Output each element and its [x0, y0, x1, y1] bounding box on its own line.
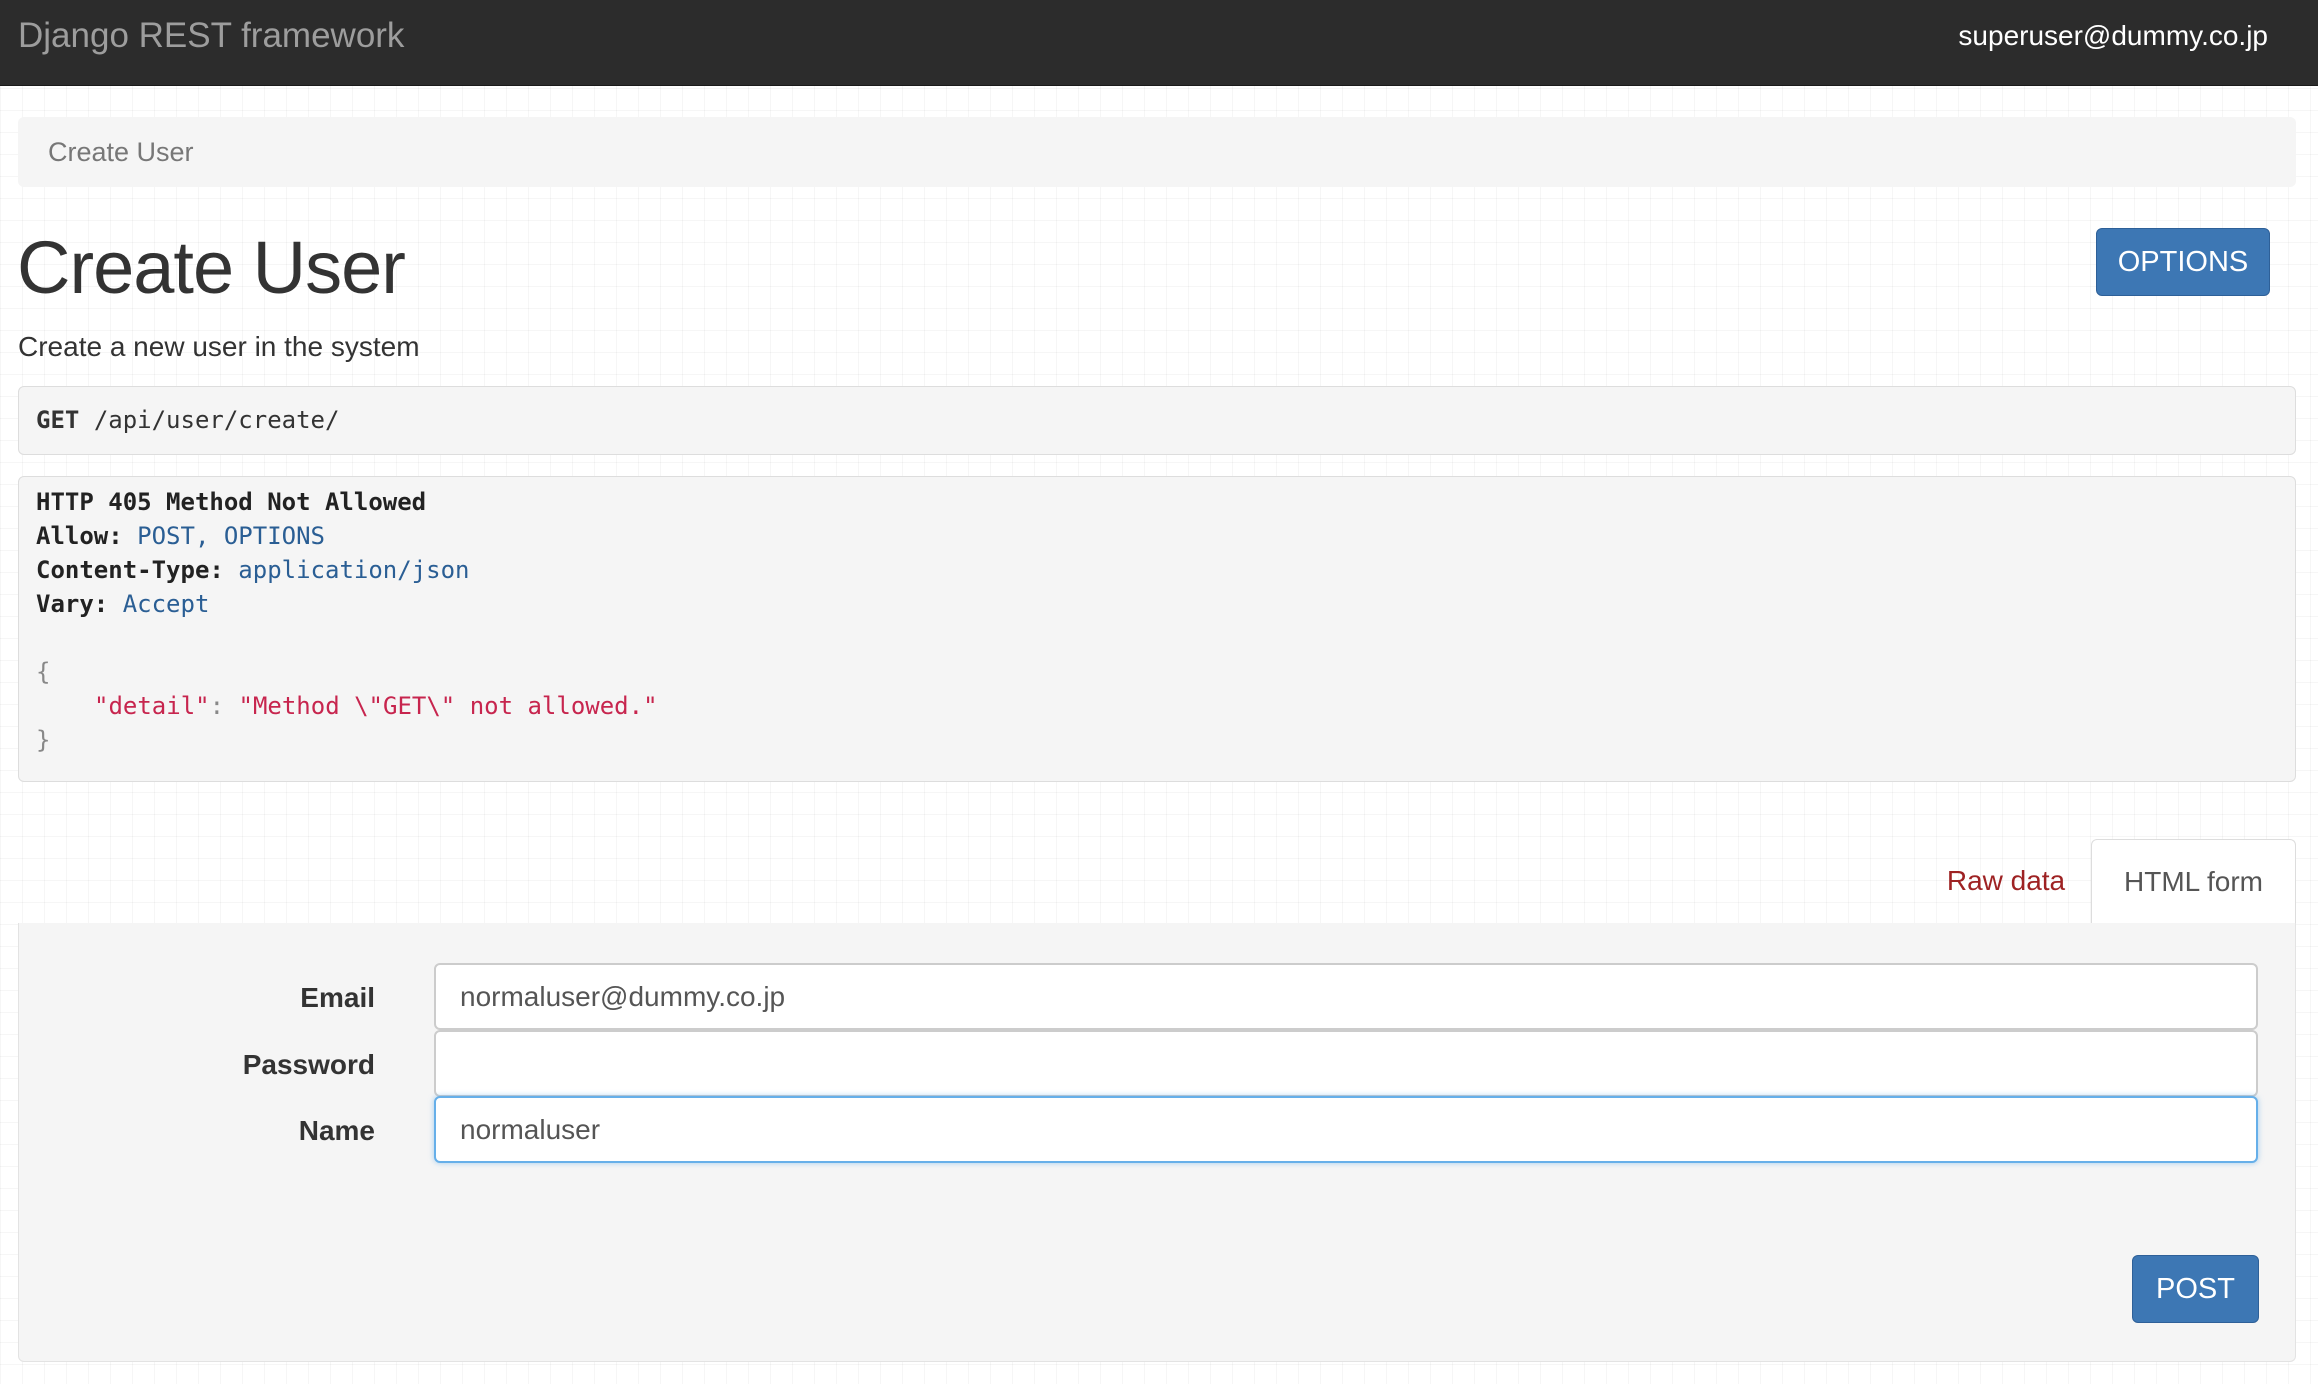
password-field[interactable] [434, 1030, 2258, 1097]
json-detail-line: "detail": "Method \"GET\" not allowed." [94, 689, 658, 723]
name-label: Name [298, 1115, 375, 1146]
page-title: Create User [17, 226, 406, 309]
json-close-brace: } [36, 723, 50, 757]
user-menu[interactable]: superuser@dummy.co.jp [1958, 18, 2268, 54]
json-value: "Method \"GET\" not allowed." [238, 692, 658, 720]
header-value: application/json [238, 556, 470, 584]
header-name: Allow: [36, 522, 123, 550]
response-info: HTTP 405 Method Not Allowed Allow: POST,… [18, 476, 2296, 782]
header-value: Accept [122, 590, 210, 618]
name-field[interactable] [434, 1096, 2258, 1163]
response-header-allow: Allow: POST, OPTIONS [36, 519, 325, 553]
content-tabs: Raw data HTML form [18, 839, 2296, 925]
post-button[interactable]: POST [2132, 1255, 2259, 1323]
response-header-content-type: Content-Type: application/json [36, 553, 469, 587]
tab-raw-data[interactable]: Raw data [1921, 839, 2091, 924]
brand-link[interactable]: Django REST framework [18, 16, 404, 56]
email-field[interactable] [434, 963, 2258, 1030]
options-button[interactable]: OPTIONS [2096, 228, 2270, 296]
header-value: POST, OPTIONS [137, 522, 325, 550]
json-colon: : [209, 692, 239, 720]
request-path: /api/user/create/ [93, 406, 340, 434]
header-name: Content-Type: [36, 556, 224, 584]
header-name: Vary: [36, 590, 109, 618]
breadcrumb: Create User [18, 117, 2296, 187]
json-close: } [36, 726, 51, 754]
status-text: HTTP 405 Method Not Allowed [36, 488, 427, 516]
password-label: Password [242, 1049, 375, 1080]
navbar: Django REST framework superuser@dummy.co… [0, 0, 2318, 86]
html-form: Email Password Name POST [18, 923, 2296, 1362]
breadcrumb-item-create-user: Create User [48, 137, 194, 167]
request-info: GET /api/user/create/ [18, 386, 2296, 455]
response-status-line: HTTP 405 Method Not Allowed [36, 485, 426, 519]
json-open-brace: { [36, 655, 50, 689]
json-open: { [36, 658, 51, 686]
tab-html-form[interactable]: HTML form [2091, 839, 2296, 925]
response-header-vary: Vary: Accept [36, 587, 209, 621]
email-label: Email [300, 982, 375, 1013]
json-key: "detail" [94, 692, 210, 720]
page-description: Create a new user in the system [18, 331, 420, 362]
request-method: GET [36, 406, 80, 434]
